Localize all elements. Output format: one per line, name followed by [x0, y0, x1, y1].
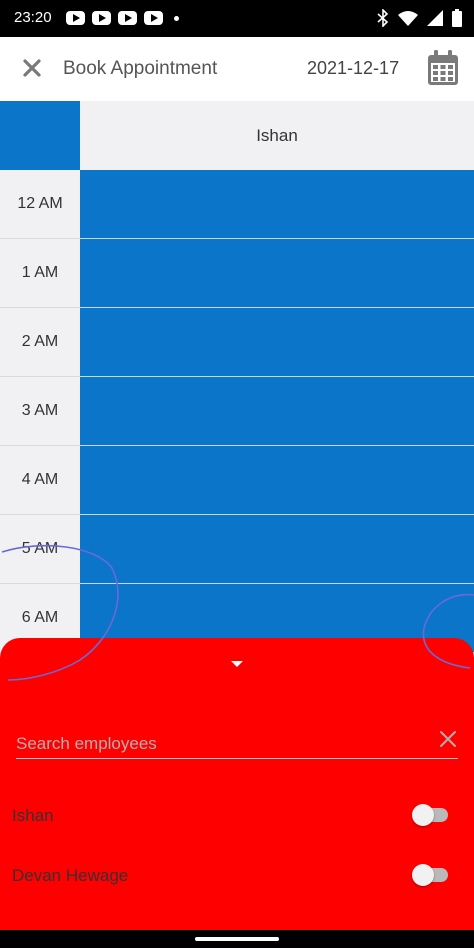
- time-slot[interactable]: [80, 446, 474, 515]
- time-slot[interactable]: [80, 377, 474, 446]
- status-notification-icons: [66, 11, 179, 25]
- youtube-icon: [92, 11, 111, 25]
- notification-dot-icon: [174, 15, 179, 21]
- time-row: 1 AM: [0, 239, 474, 308]
- employee-row[interactable]: Devan Hewage: [12, 861, 462, 891]
- page-title: Book Appointment: [63, 58, 218, 79]
- time-label: 4 AM: [0, 446, 80, 515]
- wifi-icon: [398, 11, 418, 26]
- status-system-icons: [377, 9, 462, 27]
- close-button[interactable]: [18, 54, 46, 82]
- battery-icon: [452, 9, 462, 27]
- calendar-button[interactable]: [427, 50, 459, 86]
- time-label: 2 AM: [0, 308, 80, 377]
- status-bar: 23:20: [0, 0, 474, 37]
- bluetooth-icon: [377, 9, 389, 27]
- employee-search-input[interactable]: [16, 730, 416, 758]
- employee-name: Devan Hewage: [12, 866, 129, 885]
- time-label: 5 AM: [0, 515, 80, 584]
- selected-date[interactable]: 2021-12-17: [307, 58, 399, 79]
- app-header: Book Appointment 2021-12-17: [0, 37, 474, 102]
- youtube-icon: [66, 11, 85, 25]
- time-row: 5 AM: [0, 515, 474, 584]
- calendar-icon: [428, 50, 458, 85]
- status-time: 23:20: [14, 9, 52, 26]
- employee-column-header: Ishan: [80, 101, 474, 170]
- employee-row[interactable]: Ishan: [12, 801, 462, 831]
- signal-icon: [427, 10, 443, 26]
- employee-toggle[interactable]: [412, 803, 450, 827]
- employee-bottom-sheet: Ishan Devan Hewage: [0, 638, 474, 930]
- time-slot[interactable]: [80, 515, 474, 584]
- employee-toggle[interactable]: [412, 863, 450, 887]
- time-row: 2 AM: [0, 308, 474, 377]
- search-underline: [16, 758, 458, 759]
- youtube-icon: [144, 11, 163, 25]
- time-row: 12 AM: [0, 170, 474, 239]
- time-label: 12 AM: [0, 170, 80, 239]
- employee-name: Ishan: [12, 806, 54, 825]
- time-slot[interactable]: [80, 170, 474, 239]
- navigation-bar: [0, 930, 474, 948]
- home-indicator[interactable]: [195, 937, 279, 941]
- time-label: 1 AM: [0, 239, 80, 308]
- sheet-collapse-icon[interactable]: [231, 661, 243, 667]
- time-label: 3 AM: [0, 377, 80, 446]
- search-clear-button[interactable]: [438, 729, 458, 749]
- toggle-thumb: [412, 864, 434, 886]
- time-row: 3 AM: [0, 377, 474, 446]
- close-icon: [23, 59, 41, 77]
- grid-corner: [0, 101, 80, 170]
- youtube-icon: [118, 11, 137, 25]
- time-slot[interactable]: [80, 239, 474, 308]
- time-row: 4 AM: [0, 446, 474, 515]
- schedule-grid: Ishan 12 AM 1 AM 2 AM 3 AM 4 AM 5 AM 6 A…: [0, 101, 474, 653]
- close-icon: [440, 731, 456, 747]
- toggle-thumb: [412, 804, 434, 826]
- time-slot[interactable]: [80, 308, 474, 377]
